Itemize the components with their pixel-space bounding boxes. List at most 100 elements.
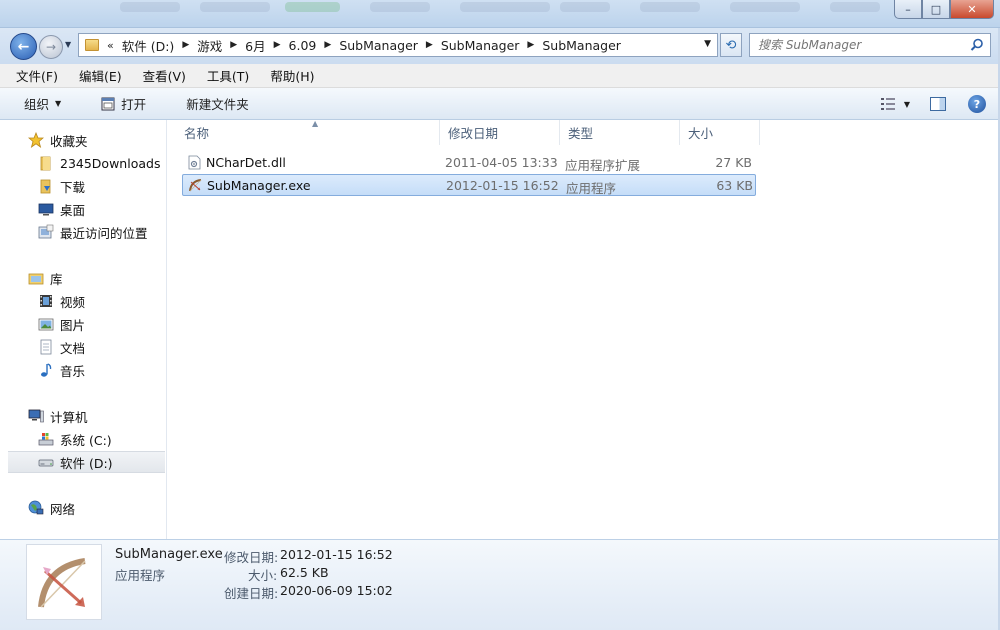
file-size: 63 KB <box>716 178 753 193</box>
breadcrumb-separator-icon[interactable]: ▶ <box>426 40 433 50</box>
file-type: 应用程序 <box>566 181 617 196</box>
address-bar[interactable]: « 软件 (D:) ▶ 游戏 ▶ 6月 ▶ 6.09 ▶ SubManager … <box>78 33 718 57</box>
breadcrumb-separator-icon[interactable]: ▶ <box>182 40 189 50</box>
breadcrumb-separator-icon[interactable]: ▶ <box>274 40 281 50</box>
details-file-type: 应用程序 <box>115 568 166 583</box>
menu-edit[interactable]: 编辑(E) <box>75 64 126 87</box>
title-blur <box>120 2 180 12</box>
search-icon[interactable] <box>970 38 984 52</box>
sidebar-item-documents[interactable]: 文档 <box>0 336 167 358</box>
column-header-modified[interactable]: 修改日期 <box>440 120 560 145</box>
details-modified-value: 2012-01-15 16:52 <box>280 547 393 562</box>
search-box[interactable] <box>749 33 991 57</box>
maximize-button[interactable]: □ <box>922 0 950 19</box>
address-dropdown-icon[interactable]: ▼ <box>704 39 711 49</box>
sidebar-item-recent-places[interactable]: 最近访问的位置 <box>0 221 167 243</box>
preview-pane-icon[interactable] <box>930 97 946 111</box>
chevron-down-icon: ▼ <box>903 99 910 109</box>
title-blur <box>640 2 700 12</box>
sidebar-item-libraries[interactable]: 库 <box>0 267 167 289</box>
details-created-value: 2020-06-09 15:02 <box>280 583 393 598</box>
details-modified-label: 修改日期: <box>224 550 279 565</box>
title-blur <box>460 2 550 12</box>
breadcrumb-item[interactable]: 6.09 <box>289 38 317 53</box>
history-dropdown-icon[interactable]: ▼ <box>65 40 71 49</box>
minimize-button[interactable]: – <box>894 0 922 19</box>
sidebar-item-desktop[interactable]: 桌面 <box>0 198 167 220</box>
search-input[interactable] <box>758 38 958 52</box>
dll-file-icon <box>188 155 201 170</box>
menu-help[interactable]: 帮助(H) <box>266 64 318 87</box>
column-header-label: 名称 <box>184 126 210 141</box>
column-header-name[interactable]: 名称 ▲ <box>176 119 440 145</box>
music-note-icon <box>41 363 52 377</box>
recent-places-icon <box>38 224 54 239</box>
breadcrumb-separator-icon[interactable]: ▶ <box>230 40 237 50</box>
breadcrumb-item[interactable]: SubManager <box>542 38 621 53</box>
title-blur <box>560 2 610 12</box>
sidebar-item-favorites[interactable]: 收藏夹 <box>0 129 167 151</box>
file-modified: 2012-01-15 16:52 <box>446 178 559 193</box>
title-bar: – □ ✕ <box>0 0 1000 28</box>
file-name: NCharDet.dll <box>206 155 286 170</box>
sidebar-item-videos[interactable]: 视频 <box>0 290 167 312</box>
breadcrumb-item[interactable]: 软件 (D:) <box>122 36 175 55</box>
new-folder-button[interactable]: 新建文件夹 <box>180 91 255 116</box>
sidebar-item-music[interactable]: 音乐 <box>0 359 167 381</box>
column-header-size[interactable]: 大小 <box>680 120 760 145</box>
sidebar-item-2345downloads[interactable]: 2345Downloads <box>0 152 167 174</box>
folder-icon <box>40 156 51 171</box>
file-list: 名称 ▲ 修改日期 类型 大小 NCharDet.dll 2011-04-05 … <box>168 119 1000 539</box>
star-icon <box>28 132 44 148</box>
document-icon <box>40 339 52 355</box>
breadcrumb-separator-icon[interactable]: ▶ <box>324 40 331 50</box>
breadcrumb: « 软件 (D:) ▶ 游戏 ▶ 6月 ▶ 6.09 ▶ SubManager … <box>107 36 621 55</box>
breadcrumb-item[interactable]: SubManager <box>441 38 520 53</box>
column-header-type[interactable]: 类型 <box>560 120 680 145</box>
network-icon <box>28 500 44 515</box>
title-blur <box>370 2 430 12</box>
sidebar-item-label: 视频 <box>60 294 86 310</box>
breadcrumb-item[interactable]: 6月 <box>245 36 265 55</box>
back-button[interactable]: ← <box>10 33 37 60</box>
organize-button[interactable]: 组织 ▼ <box>18 91 67 116</box>
close-button[interactable]: ✕ <box>950 0 994 19</box>
menu-file[interactable]: 文件(F) <box>12 64 62 87</box>
sidebar-item-pictures[interactable]: 图片 <box>0 313 167 335</box>
change-view-button[interactable]: ▼ <box>880 97 910 111</box>
chevron-down-icon: ▼ <box>55 99 62 108</box>
breadcrumb-item[interactable]: SubManager <box>339 38 418 53</box>
sidebar-item-label: 桌面 <box>60 202 86 218</box>
window-controls: – □ ✕ <box>894 0 994 19</box>
sidebar-item-label: 音乐 <box>60 363 86 379</box>
menu-view[interactable]: 查看(V) <box>139 64 190 87</box>
column-header-label: 类型 <box>568 126 594 141</box>
table-row[interactable]: NCharDet.dll 2011-04-05 13:33 应用程序扩展 27 … <box>182 152 756 174</box>
sidebar-item-downloads[interactable]: 下载 <box>0 175 167 197</box>
sidebar-item-label: 系统 (C:) <box>60 432 112 448</box>
breadcrumb-separator-icon[interactable]: ▶ <box>527 40 534 50</box>
folder-icon <box>85 39 99 51</box>
forward-button[interactable]: → <box>39 35 63 59</box>
help-icon[interactable]: ? <box>968 95 986 113</box>
menu-tools[interactable]: 工具(T) <box>203 64 253 87</box>
open-button[interactable]: 打开 <box>95 91 152 116</box>
file-type: 应用程序扩展 <box>565 158 641 173</box>
file-size: 27 KB <box>715 155 752 170</box>
sidebar-item-network[interactable]: 网络 <box>0 497 167 519</box>
sidebar-item-drive-c[interactable]: 系统 (C:) <box>0 428 167 450</box>
toolbar-right: ▼ ? <box>880 88 1000 120</box>
organize-label: 组织 <box>24 97 50 112</box>
sidebar-item-computer[interactable]: 计算机 <box>0 405 167 427</box>
refresh-button[interactable]: ⟲ <box>720 33 742 57</box>
breadcrumb-overflow-icon[interactable]: « <box>107 39 114 52</box>
picture-icon <box>38 318 54 331</box>
sidebar-item-label: 文档 <box>60 340 86 356</box>
file-name: SubManager.exe <box>207 178 311 193</box>
downloads-folder-icon <box>40 179 51 194</box>
sidebar-item-drive-d[interactable]: 软件 (D:) <box>8 451 165 473</box>
table-row[interactable]: SubManager.exe 2012-01-15 16:52 应用程序 63 … <box>182 174 756 196</box>
breadcrumb-item[interactable]: 游戏 <box>197 36 222 55</box>
navigation-bar: ← → ▼ « 软件 (D:) ▶ 游戏 ▶ 6月 ▶ 6.09 ▶ SubMa… <box>0 28 1000 64</box>
system-drive-icon <box>38 433 54 446</box>
